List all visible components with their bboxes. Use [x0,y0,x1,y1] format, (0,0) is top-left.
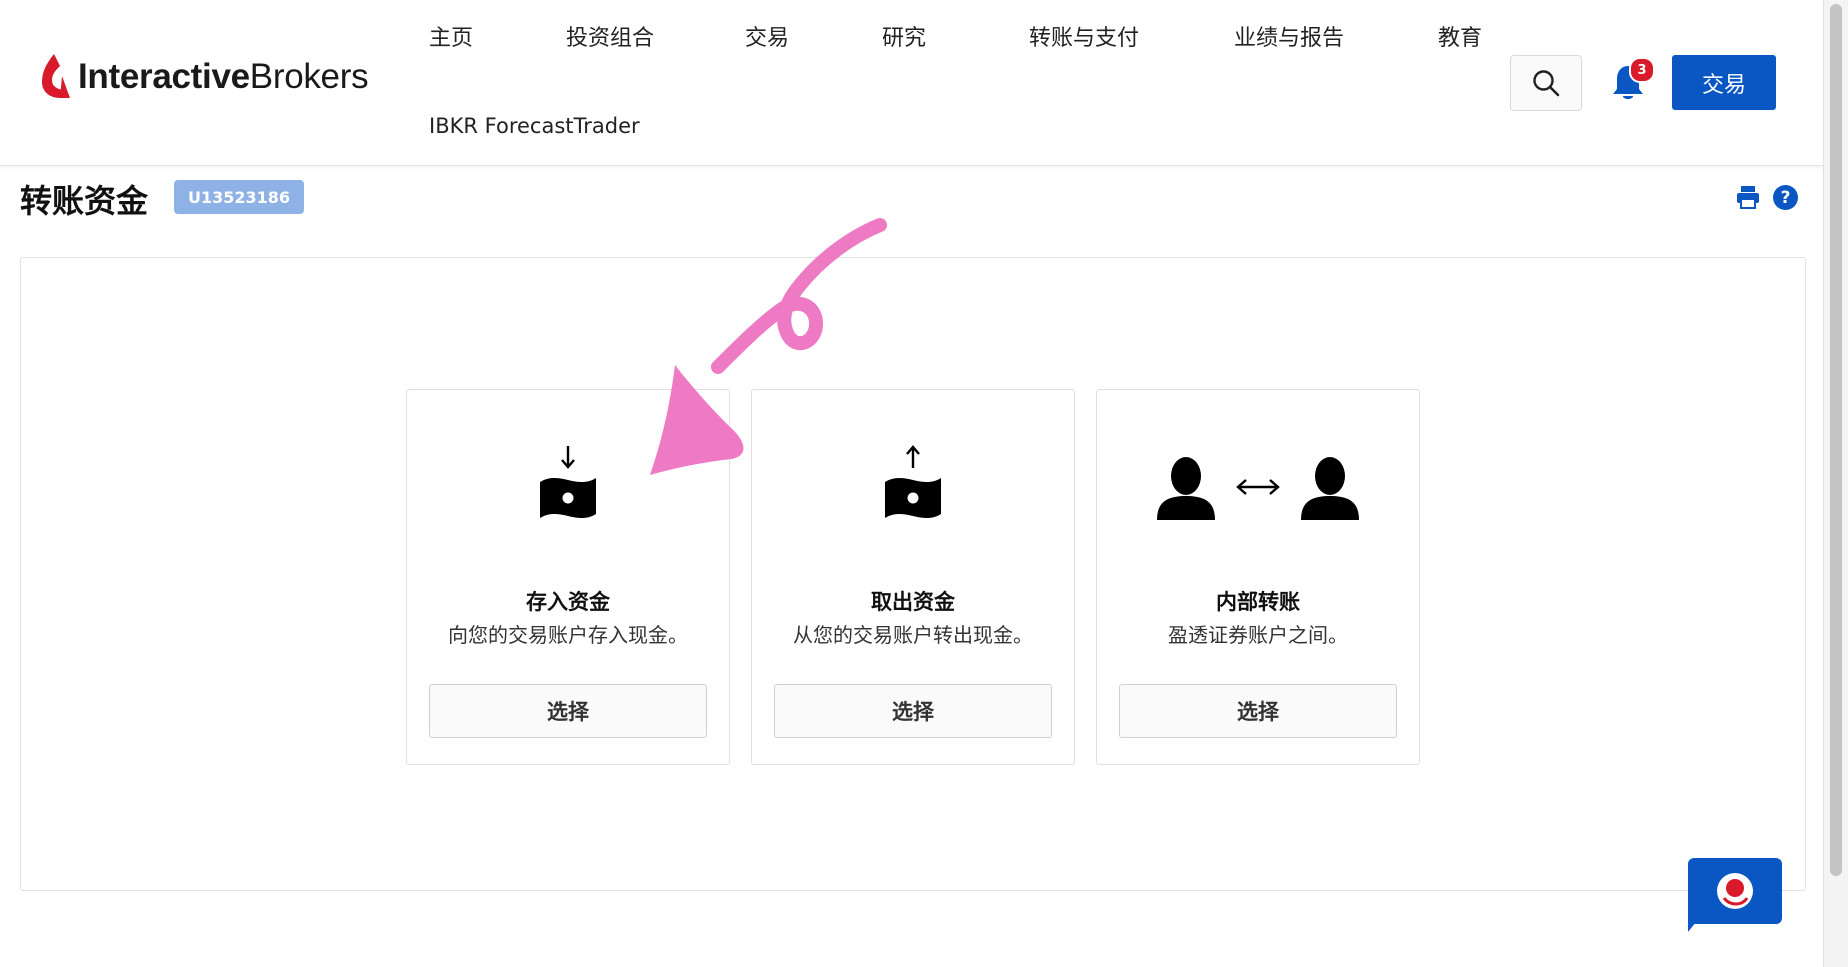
chat-icon [1717,873,1753,909]
nav-item-transfer-pay[interactable]: 转账与支付 [1029,20,1139,52]
card-description: 向您的交易账户存入现金。 [448,623,688,647]
search-button[interactable] [1510,55,1582,111]
select-deposit-button[interactable]: 选择 [429,684,707,738]
withdraw-funds-card[interactable]: 取出资金 从您的交易账户转出现金。 选择 [751,389,1075,765]
nav-item-portfolio[interactable]: 投资组合 [566,20,654,52]
withdraw-cash-icon [752,430,1074,520]
logo-flame-icon [42,54,70,98]
logo-text-bold: Interactive [78,57,250,96]
internal-transfer-card[interactable]: 内部转账 盈透证券账户之间。 选择 [1096,389,1420,765]
search-icon [1533,70,1560,97]
card-title: 取出资金 [871,590,955,614]
deposit-cash-icon [407,430,729,520]
nav-item-research[interactable]: 研究 [882,20,926,52]
select-internal-transfer-button[interactable]: 选择 [1119,684,1397,738]
card-description: 从您的交易账户转出现金。 [793,623,1033,647]
deposit-funds-card[interactable]: 存入资金 向您的交易账户存入现金。 选择 [406,389,730,765]
nav-item-trade[interactable]: 交易 [745,20,789,52]
notification-count-badge: 3 [1629,57,1655,83]
page: InteractiveBrokers 主页 投资组合 交易 研究 转账与支付 业… [0,0,1824,967]
scrollbar[interactable] [1823,0,1848,967]
page-title: 转账资金 [20,182,149,220]
logo-text-light: Brokers [249,57,369,96]
top-header: InteractiveBrokers 主页 投资组合 交易 研究 转账与支付 业… [0,0,1824,166]
card-description: 盈透证券账户之间。 [1168,623,1348,647]
nav-item-home[interactable]: 主页 [429,20,473,52]
card-title: 内部转账 [1216,590,1300,614]
card-title: 存入资金 [526,590,610,614]
account-id-badge: U13523186 [174,180,305,214]
scrollbar-thumb[interactable] [1830,4,1842,876]
internal-transfer-icon [1097,430,1419,520]
chat-bubble-tail [1688,912,1704,932]
trade-button[interactable]: 交易 [1672,55,1776,110]
nav-item-education[interactable]: 教育 [1438,20,1482,52]
nav-item-performance-reports[interactable]: 业绩与报告 [1234,20,1344,52]
select-withdraw-button[interactable]: 选择 [774,684,1052,738]
brand-logo[interactable]: InteractiveBrokers [40,52,369,102]
help-icon[interactable]: ? [1773,185,1798,210]
nav-item-forecasttrader[interactable]: IBKR ForecastTrader [429,114,640,138]
print-icon[interactable] [1735,184,1761,210]
